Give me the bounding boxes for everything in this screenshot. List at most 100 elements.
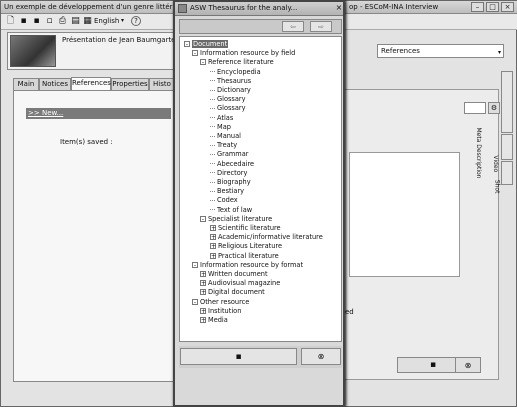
tree-node[interactable]: Abecedaire [210, 160, 254, 169]
collapse-icon[interactable]: - [200, 59, 206, 66]
tree-node[interactable]: + Media [200, 316, 228, 325]
tree-node[interactable]: + Written document [200, 270, 268, 279]
collapse-icon[interactable]: - [192, 261, 198, 268]
collapse-icon[interactable]: - [200, 215, 206, 222]
tree-node[interactable]: - Specialist literature [200, 215, 272, 224]
tab-shot[interactable]: Shot [494, 161, 513, 193]
expand-icon[interactable]: + [200, 289, 206, 296]
close-icon[interactable]: × [334, 3, 344, 13]
language-grid-icon[interactable]: ▦ [83, 16, 92, 27]
tree-node[interactable]: Atlas [210, 114, 233, 123]
tree-node[interactable]: Glossary [210, 104, 246, 113]
close-icon[interactable]: × [501, 2, 514, 12]
save-as-icon[interactable]: ▫ [44, 16, 55, 27]
tree-node[interactable]: Grammar [210, 150, 248, 159]
search-icon[interactable]: ⚙ [488, 102, 500, 114]
tree-node[interactable]: - Document [184, 40, 229, 49]
tree-node-label: Dictionary [217, 86, 251, 94]
thesaurus-titlebar[interactable]: ASW Thesaurus for the analy... × [175, 2, 343, 16]
collapse-icon[interactable]: - [192, 50, 198, 57]
tree-node-label: Document [192, 40, 229, 48]
help-icon[interactable]: ? [131, 16, 141, 26]
reference-type-select[interactable]: References ▾ [377, 44, 504, 58]
tree-connector [210, 89, 215, 91]
language-select[interactable]: English [94, 17, 119, 25]
save-all-icon[interactable]: ▪ [31, 16, 42, 27]
tree-node[interactable]: + Practical literature [210, 252, 279, 261]
tree-node-label: Reference literature [208, 58, 274, 67]
tree-node-label: Academic/informative literature [218, 233, 323, 242]
tab-notices[interactable]: Notices [39, 78, 71, 90]
thesaurus-tree[interactable]: - Document - Information resource by field -… [179, 36, 342, 342]
minimize-icon[interactable]: – [471, 2, 484, 12]
tree-node[interactable]: + Institution [200, 307, 241, 316]
tree-connector [210, 199, 215, 201]
tab-history[interactable]: Histo [149, 78, 175, 90]
chevron-down-icon: ▾ [497, 49, 501, 56]
tree-node[interactable]: Glossary [210, 95, 246, 104]
tree-node[interactable]: - Other resource [192, 298, 249, 307]
tree-node[interactable]: Text of law [210, 206, 252, 215]
back-arrow-icon[interactable]: ⇦ [282, 21, 304, 32]
tab-references[interactable]: References [71, 77, 111, 90]
tree-node[interactable]: Map [210, 123, 231, 132]
header-panel: Présentation de Jean Baumgarten [7, 32, 180, 70]
tree-node[interactable]: - Information resource by field [192, 49, 295, 58]
tree-node[interactable]: Bestiary [210, 187, 244, 196]
expand-icon[interactable]: + [210, 225, 216, 232]
tree-node[interactable]: Thesaurus [210, 77, 251, 86]
tab-meta-description[interactable]: Meta Description [475, 71, 513, 178]
tree-node-label: Grammar [217, 150, 249, 159]
export-icon[interactable]: ▤ [70, 16, 81, 27]
expand-icon[interactable]: + [200, 280, 206, 287]
tab-properties[interactable]: Properties [111, 78, 149, 90]
tree-node[interactable]: + Audiovisual magazine [200, 279, 280, 288]
tree-node[interactable]: Encyclopedia [210, 68, 261, 77]
tree-connector [210, 144, 215, 146]
tree-node-label: Manual [217, 132, 241, 140]
tree-node[interactable]: - Reference literature [200, 58, 274, 67]
expand-icon[interactable]: + [210, 252, 216, 259]
tree-connector [210, 107, 215, 109]
save-icon[interactable]: ▪ [18, 16, 29, 27]
tree-node[interactable]: Dictionary [210, 86, 251, 95]
tree-node[interactable]: Treaty [210, 141, 237, 150]
cancel-button[interactable]: ⊗ [301, 348, 341, 365]
tree-node[interactable]: Biography [210, 178, 251, 187]
tree-node[interactable]: Codex [210, 196, 238, 205]
cancel-button[interactable]: ⊗ [455, 357, 481, 373]
expand-icon[interactable]: + [200, 271, 206, 278]
tree-node-label: Glossary [217, 95, 246, 104]
expand-icon[interactable]: + [210, 243, 216, 250]
maximize-icon[interactable]: □ [486, 2, 499, 12]
reference-detail-pane: ⚙ ed ▪ ⊗ [331, 89, 500, 380]
new-reference-link[interactable]: >> New... [26, 108, 171, 119]
expand-icon[interactable]: + [210, 234, 216, 241]
expand-icon[interactable]: + [200, 317, 206, 324]
tree-node[interactable]: + Academic/informative literature [210, 233, 323, 242]
collapse-icon[interactable]: - [192, 298, 198, 305]
expand-icon[interactable]: + [200, 307, 206, 314]
tree-node[interactable]: Directory [210, 169, 247, 178]
tree-node-label: Glossary [217, 104, 246, 113]
tree-node[interactable]: + Scientific literature [210, 224, 281, 233]
chevron-down-icon[interactable]: ▾ [121, 17, 124, 24]
tree-node[interactable]: Manual [210, 132, 241, 141]
select-term-button[interactable]: ▪ [180, 348, 297, 365]
print-icon[interactable]: ⎙ [57, 16, 68, 27]
new-document-icon[interactable]: 🗋 [5, 16, 16, 27]
tab-main[interactable]: Main [13, 78, 39, 90]
search-input[interactable] [464, 102, 486, 114]
forward-arrow-icon[interactable]: ⇨ [310, 21, 332, 32]
tab-video[interactable]: Video [492, 134, 513, 172]
collapse-icon[interactable]: - [184, 41, 190, 48]
reference-content-box[interactable] [349, 152, 460, 277]
avatar [10, 35, 56, 67]
tree-node[interactable]: + Religious Literature [210, 242, 282, 251]
tree-connector [210, 117, 215, 119]
tree-connector [210, 190, 215, 192]
tree-node[interactable]: - Information resource by format [192, 261, 303, 270]
window-title: Un exemple de développement d'un genre l… [4, 3, 177, 11]
tree-node-label: Religious Literature [218, 242, 283, 251]
tree-node[interactable]: + Digital document [200, 288, 265, 297]
